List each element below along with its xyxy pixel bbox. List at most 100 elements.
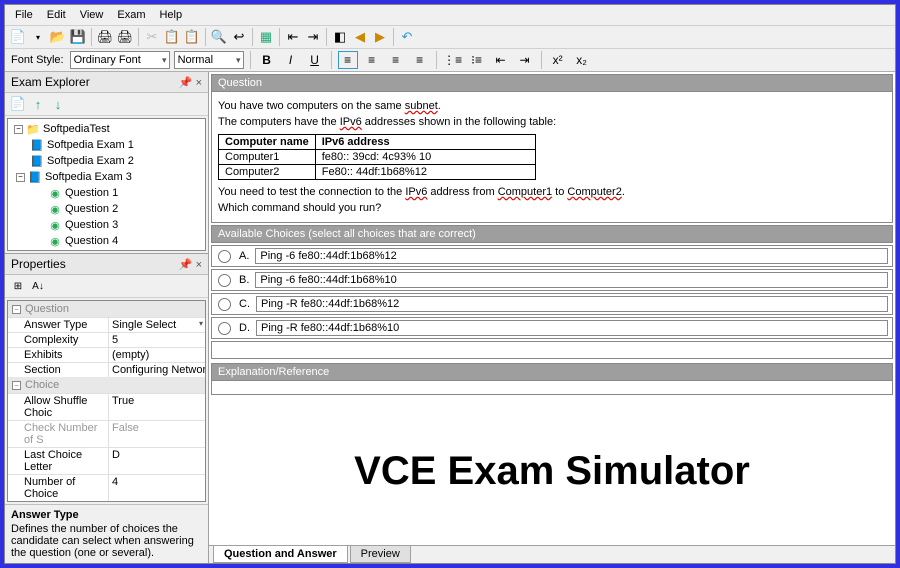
prop-group-choice[interactable]: −Choice [8, 377, 205, 393]
prop-row[interactable]: Answer TypeSingle Select [8, 317, 205, 332]
new-icon[interactable]: 📄 [9, 28, 27, 46]
choice-radio[interactable] [218, 250, 231, 263]
decrease-indent-button[interactable]: ⇤ [491, 51, 511, 69]
tree-exam[interactable]: 📘 Softpedia Exam 1 [10, 137, 203, 153]
outdent-icon[interactable]: ⇤ [284, 28, 302, 46]
dropdown-icon[interactable]: ▾ [29, 28, 47, 46]
separator [393, 28, 394, 46]
menu-view[interactable]: View [74, 7, 110, 23]
pin-icon[interactable]: 📌 × [179, 258, 202, 271]
bullet-list-button[interactable]: ⁝≡ [467, 51, 487, 69]
item-icon[interactable]: ◧ [331, 28, 349, 46]
question-table: Computer nameIPv6 address Computer1fe80:… [218, 134, 536, 180]
copy-icon[interactable]: 📋 [163, 28, 181, 46]
move-down-icon[interactable]: ↓ [49, 95, 67, 113]
font-weight-combo[interactable]: Normal [174, 51, 244, 69]
question-icon: ◉ [48, 202, 62, 216]
choice-radio[interactable] [218, 274, 231, 287]
properties-title: Properties [11, 257, 66, 271]
refresh-icon[interactable]: ↩ [230, 28, 248, 46]
explanation-header: Explanation/Reference [211, 363, 893, 381]
empty-choice-row [211, 341, 893, 359]
tree-question[interactable]: ◉Question 5 [10, 249, 203, 251]
subscript-button[interactable]: x₂ [572, 51, 592, 69]
prop-row[interactable]: SectionConfiguring Network C [8, 362, 205, 377]
zoom-icon[interactable]: 🔍 [210, 28, 228, 46]
prop-row[interactable]: Number of Choice4 [8, 474, 205, 501]
tree-label: SoftpediaTest [43, 123, 110, 135]
pin-icon[interactable]: 📌 × [179, 76, 202, 89]
align-justify-button[interactable]: ≡ [410, 51, 430, 69]
question-icon: ◉ [48, 186, 62, 200]
choice-a[interactable]: A.Ping -6 fe80::44df:1b68%12 [211, 245, 893, 267]
explanation-body[interactable] [211, 381, 893, 395]
image-icon[interactable]: ▦ [257, 28, 275, 46]
align-left-button[interactable]: ≡ [338, 51, 358, 69]
tree-question[interactable]: ◉Question 2 [10, 201, 203, 217]
tab-preview[interactable]: Preview [350, 546, 411, 563]
print-preview-icon[interactable]: 🖨 [116, 28, 134, 46]
separator [279, 28, 280, 46]
prop-row[interactable]: Exhibits(empty) [8, 347, 205, 362]
menu-file[interactable]: File [9, 7, 39, 23]
menu-exam[interactable]: Exam [111, 7, 151, 23]
paste-icon[interactable]: 📋 [183, 28, 201, 46]
choice-radio[interactable] [218, 322, 231, 335]
bold-button[interactable]: B [257, 51, 277, 69]
tab-question-answer[interactable]: Question and Answer [213, 546, 348, 563]
menu-help[interactable]: Help [153, 7, 188, 23]
increase-indent-button[interactable]: ⇥ [515, 51, 535, 69]
collapse-icon[interactable]: − [16, 173, 25, 182]
prop-row[interactable]: Allow Shuffle ChoicTrue [8, 393, 205, 420]
move-up-icon[interactable]: ↑ [29, 95, 47, 113]
align-center-button[interactable]: ≡ [362, 51, 382, 69]
cut-icon[interactable]: ✂ [143, 28, 161, 46]
open-icon[interactable]: 📂 [49, 28, 67, 46]
choice-d[interactable]: D.Ping -R fe80::44df:1b68%10 [211, 317, 893, 339]
left-sidebar: Exam Explorer 📌 × 📄 ↑ ↓ − 📁 SoftpediaTes… [5, 72, 209, 563]
align-right-button[interactable]: ≡ [386, 51, 406, 69]
prop-group-question[interactable]: −Question [8, 301, 205, 317]
brand-area: VCE Exam Simulator [209, 397, 895, 545]
explorer-header: Exam Explorer 📌 × [5, 72, 208, 93]
save-icon[interactable]: 💾 [69, 28, 87, 46]
choice-b[interactable]: B.Ping -6 fe80::44df:1b68%10 [211, 269, 893, 291]
categorize-icon[interactable]: ⊞ [9, 277, 27, 295]
tree-label: Question 3 [65, 219, 118, 231]
properties-panel: Properties 📌 × ⊞ A↓ −Question Answer Typ… [5, 253, 208, 563]
format-toolbar: Font Style: Ordinary Font Normal B I U ≡… [5, 49, 895, 72]
tree-root[interactable]: − 📁 SoftpediaTest [10, 121, 203, 137]
tree-question[interactable]: ◉Question 4 [10, 233, 203, 249]
tree-question[interactable]: ◉Question 1 [10, 185, 203, 201]
separator [91, 28, 92, 46]
font-style-label: Font Style: [9, 54, 66, 66]
menu-edit[interactable]: Edit [41, 7, 72, 23]
underline-button[interactable]: U [305, 51, 325, 69]
tree-question[interactable]: ◉Question 3 [10, 217, 203, 233]
collapse-icon[interactable]: − [14, 125, 23, 134]
font-style-combo[interactable]: Ordinary Font [70, 51, 170, 69]
tree-exam[interactable]: 📘 Softpedia Exam 2 [10, 153, 203, 169]
numbered-list-button[interactable]: ⋮≡ [443, 51, 463, 69]
prop-row[interactable]: Complexity5 [8, 332, 205, 347]
next-icon[interactable]: ▶ [371, 28, 389, 46]
editor-area: Question You have two computers on the s… [209, 72, 895, 563]
choice-radio[interactable] [218, 298, 231, 311]
separator [541, 51, 542, 69]
properties-header: Properties 📌 × [5, 254, 208, 275]
add-item-icon[interactable]: 📄 [9, 95, 27, 113]
choice-c[interactable]: C.Ping -R fe80::44df:1b68%12 [211, 293, 893, 315]
print-icon[interactable]: 🖨 [96, 28, 114, 46]
exam-tree[interactable]: − 📁 SoftpediaTest 📘 Softpedia Exam 1 📘 S… [7, 118, 206, 251]
properties-grid[interactable]: −Question Answer TypeSingle Select Compl… [7, 300, 206, 502]
indent-icon[interactable]: ⇥ [304, 28, 322, 46]
italic-button[interactable]: I [281, 51, 301, 69]
tree-exam[interactable]: − 📘 Softpedia Exam 3 [10, 169, 203, 185]
undo-icon[interactable]: ↶ [398, 28, 416, 46]
sort-icon[interactable]: A↓ [29, 277, 47, 295]
prop-row[interactable]: Last Choice LetterD [8, 447, 205, 474]
superscript-button[interactable]: x² [548, 51, 568, 69]
prev-icon[interactable]: ◀ [351, 28, 369, 46]
help-text: Defines the number of choices the candid… [11, 523, 194, 559]
question-body[interactable]: You have two computers on the same subne… [211, 92, 893, 223]
